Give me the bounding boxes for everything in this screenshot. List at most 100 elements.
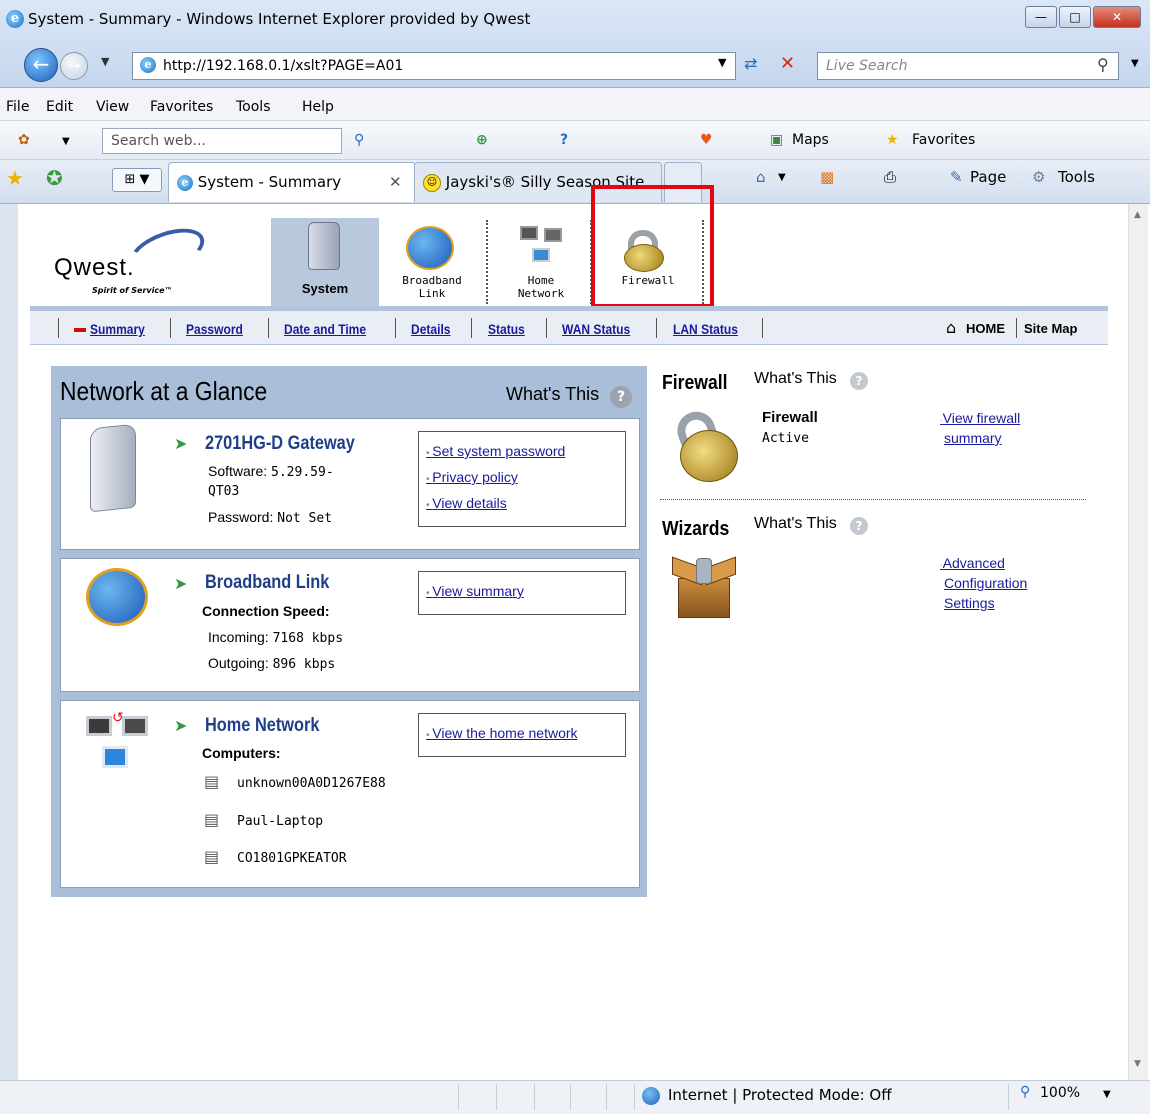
favorites-button[interactable]: Favorites: [912, 132, 975, 148]
subnav-wan-status[interactable]: WAN Status: [562, 321, 630, 337]
privacy-policy-link[interactable]: • Privacy policy: [426, 469, 518, 485]
incoming-label: Incoming:: [208, 629, 269, 645]
site-map-link[interactable]: Site Map: [1024, 321, 1077, 336]
status-separator: [496, 1084, 497, 1110]
outgoing-value: 896 kbps: [272, 657, 336, 672]
gateway-title: 2701HG-D Gateway: [205, 433, 355, 454]
tab-system-summary[interactable]: e System - Summary ✕: [168, 162, 416, 202]
firewall-whats-this[interactable]: What's This: [754, 370, 837, 388]
gateway-icon: [308, 222, 340, 270]
globe-icon[interactable]: [406, 226, 454, 270]
live-search-input[interactable]: Live Search: [817, 52, 1119, 80]
print-icon[interactable]: ⎙: [884, 168, 896, 186]
menu-help[interactable]: Help: [302, 99, 334, 115]
advanced-config-link-cont[interactable]: Configuration: [944, 575, 1027, 591]
add-icon[interactable]: ⊕: [476, 132, 488, 148]
address-bar[interactable]: http://192.168.0.1/xslt?PAGE=A01: [132, 52, 736, 80]
recent-pages-dropdown-icon[interactable]: ▼: [101, 55, 109, 68]
firewall-highlight-box: [591, 185, 714, 308]
scroll-down-icon[interactable]: ▼: [1134, 1059, 1141, 1069]
menu-file[interactable]: File: [6, 99, 29, 115]
page-menu[interactable]: Page: [970, 168, 1006, 186]
view-summary-link[interactable]: • View summary: [426, 583, 524, 599]
close-window-button[interactable]: ✕: [1093, 6, 1141, 28]
search-options-dropdown-icon[interactable]: ▼: [1131, 58, 1139, 69]
view-firewall-summary-link-cont[interactable]: summary: [944, 430, 1002, 446]
subnav-password[interactable]: Password: [186, 321, 243, 337]
view-firewall-summary-link[interactable]: ·View firewall: [940, 410, 1020, 426]
view-home-network-link[interactable]: • View the home network: [426, 725, 578, 741]
back-button[interactable]: ←: [24, 48, 58, 82]
refresh-icon[interactable]: ⇄: [744, 54, 757, 73]
scroll-up-icon[interactable]: ▲: [1134, 210, 1141, 220]
toolbar-logo-icon[interactable]: ✿: [18, 132, 30, 148]
window-title: System - Summary - Windows Internet Expl…: [28, 10, 531, 28]
messenger-icon[interactable]: ♥: [700, 132, 713, 148]
current-page-marker-icon: [74, 328, 86, 332]
subnav-separator: [395, 318, 396, 338]
subnav-separator: [170, 318, 171, 338]
feeds-icon[interactable]: ▩: [820, 168, 834, 186]
software-value-cont: QT03: [208, 484, 240, 499]
toolbar-search-icon[interactable]: ⚲: [354, 132, 364, 148]
computer-icon: ▤: [204, 810, 220, 829]
subnav-date-time[interactable]: Date and Time: [284, 321, 366, 337]
green-arrow-icon: ➤: [174, 716, 188, 735]
set-system-password-link[interactable]: • Set system password: [426, 443, 565, 459]
nav-broadband-label[interactable]: Broadband Link: [394, 274, 470, 300]
favorites-star-icon[interactable]: ★: [886, 132, 899, 148]
forward-button[interactable]: →: [60, 52, 88, 80]
subnav-separator: [762, 318, 763, 338]
wizards-whats-this[interactable]: What's This: [754, 515, 837, 533]
zoom-dropdown-icon[interactable]: ▼: [1103, 1089, 1111, 1100]
help-question-icon[interactable]: ?: [610, 386, 632, 408]
subnav-status[interactable]: Status: [488, 321, 525, 337]
favorites-center-icon[interactable]: ★: [6, 166, 24, 190]
search-icon[interactable]: ⚲: [1097, 55, 1109, 74]
maps-button[interactable]: Maps: [792, 132, 829, 148]
help-question-icon[interactable]: ?: [850, 517, 868, 535]
menu-view[interactable]: View: [96, 99, 129, 115]
web-search-input[interactable]: Search web...: [102, 128, 342, 154]
computer-item: unknown00A0D1267E88: [237, 776, 386, 791]
home-dropdown-icon[interactable]: ▼: [778, 172, 786, 183]
menu-edit[interactable]: Edit: [46, 99, 73, 115]
status-separator: [458, 1084, 459, 1110]
home-icon[interactable]: ⌂: [756, 168, 766, 186]
address-dropdown-icon[interactable]: ▼: [718, 56, 726, 69]
maps-icon[interactable]: ▣: [770, 132, 783, 148]
home-link[interactable]: HOME: [966, 321, 1005, 336]
toolbar-dropdown-icon[interactable]: ▼: [62, 136, 70, 147]
security-zone[interactable]: Internet | Protected Mode: Off: [668, 1086, 892, 1104]
quick-tabs-icon[interactable]: ⊞ ▼: [112, 168, 162, 192]
view-details-link[interactable]: • View details: [426, 495, 507, 511]
gear-icon: ⚙: [1032, 168, 1046, 186]
left-frame: [0, 204, 18, 1080]
help-question-icon[interactable]: ?: [850, 372, 868, 390]
stop-icon[interactable]: ✕: [780, 53, 795, 74]
add-favorite-icon[interactable]: ✪: [46, 166, 63, 190]
house-icon[interactable]: ⌂: [946, 318, 956, 337]
internet-globe-icon: [642, 1087, 660, 1105]
maximize-button[interactable]: □: [1059, 6, 1091, 28]
status-separator: [1008, 1084, 1009, 1110]
subnav-details[interactable]: Details: [411, 321, 450, 337]
computer-icon: ▤: [204, 772, 220, 791]
minimize-button[interactable]: —: [1025, 6, 1057, 28]
advanced-config-link-cont2[interactable]: Settings: [944, 595, 995, 611]
status-separator: [570, 1084, 571, 1110]
glance-whats-this[interactable]: What's This: [506, 384, 599, 405]
vertical-scrollbar[interactable]: ▲ ▼: [1128, 204, 1148, 1080]
page-icon-menu: ✎: [950, 168, 963, 186]
tools-menu[interactable]: Tools: [1058, 168, 1095, 186]
zoom-level[interactable]: 100%: [1040, 1085, 1080, 1101]
advanced-config-link[interactable]: ·Advanced: [940, 555, 1005, 571]
nav-home-network-label[interactable]: Home Network: [506, 274, 576, 300]
help-icon[interactable]: ?: [560, 132, 568, 148]
menu-favorites[interactable]: Favorites: [150, 99, 213, 115]
close-tab-icon[interactable]: ✕: [389, 173, 402, 191]
subnav-summary[interactable]: Summary: [90, 321, 145, 337]
menu-tools[interactable]: Tools: [236, 99, 271, 115]
computers-icon[interactable]: [518, 224, 566, 268]
subnav-lan-status[interactable]: LAN Status: [673, 321, 738, 337]
